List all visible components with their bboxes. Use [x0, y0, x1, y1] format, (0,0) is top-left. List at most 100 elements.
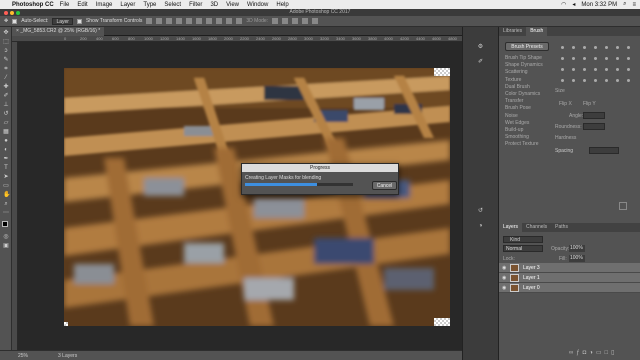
angle-field[interactable]	[583, 112, 605, 119]
dodge-tool-icon[interactable]: ◐	[3, 147, 9, 153]
brush-tip-preset[interactable]	[627, 79, 630, 82]
search-icon[interactable]: ⌕	[623, 1, 626, 8]
layer-name[interactable]: Layer 1	[523, 275, 540, 281]
menu-image[interactable]: Image	[96, 2, 113, 8]
brush-tip-preset[interactable]	[583, 46, 586, 49]
type-tool-icon[interactable]: T	[3, 165, 9, 171]
brush-tip-preset[interactable]	[572, 57, 575, 60]
more-tools-icon[interactable]: ⋯	[3, 210, 9, 216]
clone-stamp-tool-icon[interactable]: ⊥	[3, 102, 9, 108]
menu-3d[interactable]: 3D	[210, 2, 218, 8]
brush-tip-preset[interactable]	[594, 68, 597, 71]
marquee-tool-icon[interactable]: ⬚	[3, 39, 9, 45]
foreground-color-swatch[interactable]	[2, 221, 8, 227]
minimize-window-button[interactable]	[10, 10, 14, 15]
quick-mask-icon[interactable]: ◎	[3, 234, 9, 240]
new-adjustment-icon[interactable]: ◑	[589, 350, 596, 356]
visibility-eye-icon[interactable]: ◉	[502, 265, 506, 271]
gear-icon[interactable]: ⚙	[476, 43, 485, 52]
menu-window[interactable]: Window	[247, 2, 268, 8]
history-icon[interactable]: ↺	[476, 207, 485, 216]
brush-tip-preset[interactable]	[583, 68, 586, 71]
move-tool-icon[interactable]: ✥	[3, 30, 9, 36]
brush-tip-preset[interactable]	[561, 68, 564, 71]
align-top-icon[interactable]	[146, 18, 153, 24]
align-right-icon[interactable]	[196, 18, 203, 24]
adjustments-icon[interactable]: ◑	[476, 222, 485, 231]
roundness-field[interactable]	[583, 123, 605, 130]
image-canvas[interactable]	[64, 68, 450, 326]
new-group-icon[interactable]: ▭	[596, 350, 605, 356]
quick-select-tool-icon[interactable]: ✎	[3, 57, 9, 63]
distribute-middle-icon[interactable]	[216, 18, 223, 24]
brush-option[interactable]: Protect Texture	[505, 141, 539, 147]
brush-presets-button[interactable]: Brush Presets	[505, 42, 549, 51]
layer-row[interactable]: ◉ Layer 3	[499, 263, 640, 273]
volume-icon[interactable]: ◂	[572, 1, 575, 8]
menubar-clock[interactable]: Mon 3:32 PM	[581, 2, 617, 8]
blend-mode-dropdown[interactable]: Normal	[503, 245, 543, 252]
transform-controls-checkbox[interactable]	[76, 18, 82, 24]
path-selection-tool-icon[interactable]: ➤	[3, 174, 9, 180]
brush-tip-preset[interactable]	[561, 46, 564, 49]
brush-option[interactable]: Texture	[505, 77, 521, 83]
layer-name[interactable]: Layer 3	[523, 265, 540, 271]
brush-option[interactable]: Scattering	[505, 69, 528, 75]
brush-tip-preset[interactable]	[572, 46, 575, 49]
align-center-icon[interactable]	[186, 18, 193, 24]
menu-type[interactable]: Type	[143, 2, 156, 8]
list-icon[interactable]: ≡	[632, 2, 636, 8]
brush-tip-preset[interactable]	[605, 57, 608, 60]
visibility-eye-icon[interactable]: ◉	[502, 275, 506, 281]
layer-name[interactable]: Layer 0	[523, 285, 540, 291]
move-tool-icon[interactable]: ✥	[4, 18, 8, 24]
app-menu[interactable]: Photoshop CC	[12, 2, 54, 8]
brush-tip-preset[interactable]	[627, 46, 630, 49]
opacity-field[interactable]: 100%	[569, 245, 585, 252]
brush-option[interactable]: Brush Tip Shape	[505, 55, 542, 61]
brush-option[interactable]: Transfer	[505, 98, 523, 104]
cancel-button[interactable]: Cancel	[372, 181, 397, 190]
brush-tip-grid[interactable]	[557, 42, 637, 88]
brush-option[interactable]: Dual Brush	[505, 84, 530, 90]
rectangle-tool-icon[interactable]: ▭	[3, 183, 9, 189]
align-left-icon[interactable]	[176, 18, 183, 24]
brush-settings-icon[interactable]: ✐	[476, 58, 485, 67]
eyedropper-tool-icon[interactable]: ⁄	[3, 75, 9, 81]
3d-scale-icon[interactable]	[312, 18, 319, 24]
distribute-bottom-icon[interactable]	[226, 18, 233, 24]
brush-tip-preset[interactable]	[627, 68, 630, 71]
brush-option[interactable]: Color Dynamics	[505, 91, 540, 97]
brush-option[interactable]: Shape Dynamics	[505, 62, 543, 68]
auto-select-checkbox[interactable]	[12, 18, 18, 24]
history-brush-tool-icon[interactable]: ↺	[3, 111, 9, 117]
brush-tip-preset[interactable]	[605, 79, 608, 82]
menu-select[interactable]: Select	[164, 2, 181, 8]
healing-brush-tool-icon[interactable]: ✚	[3, 84, 9, 90]
3d-pan-icon[interactable]	[292, 18, 299, 24]
brush-tip-preset[interactable]	[561, 57, 564, 60]
brush-tip-preset[interactable]	[605, 68, 608, 71]
distribute-top-icon[interactable]	[206, 18, 213, 24]
brush-option[interactable]: Build-up	[505, 127, 523, 133]
brush-tip-preset[interactable]	[616, 46, 619, 49]
tab-paths[interactable]: Paths	[551, 223, 572, 232]
3d-roll-icon[interactable]	[282, 18, 289, 24]
layer-row[interactable]: ◉ Layer 1	[499, 273, 640, 283]
menu-edit[interactable]: Edit	[77, 2, 87, 8]
3d-slide-icon[interactable]	[302, 18, 309, 24]
tab-libraries[interactable]: Libraries	[499, 27, 526, 36]
brush-tip-preset[interactable]	[594, 46, 597, 49]
brush-tip-preset[interactable]	[594, 57, 597, 60]
brush-tip-preset[interactable]	[627, 57, 630, 60]
trash-icon[interactable]: ▯	[611, 350, 617, 356]
menu-file[interactable]: File	[60, 2, 70, 8]
pen-tool-icon[interactable]: ✒	[3, 156, 9, 162]
gradient-tool-icon[interactable]: ▦	[3, 129, 9, 135]
fill-field[interactable]: 100%	[569, 255, 585, 262]
brush-tip-preset[interactable]	[561, 79, 564, 82]
3d-rotate-icon[interactable]	[272, 18, 279, 24]
brush-tip-preset[interactable]	[616, 79, 619, 82]
brush-tool-icon[interactable]: ✐	[3, 93, 9, 99]
layer-count[interactable]: 3 Layers	[58, 353, 77, 359]
